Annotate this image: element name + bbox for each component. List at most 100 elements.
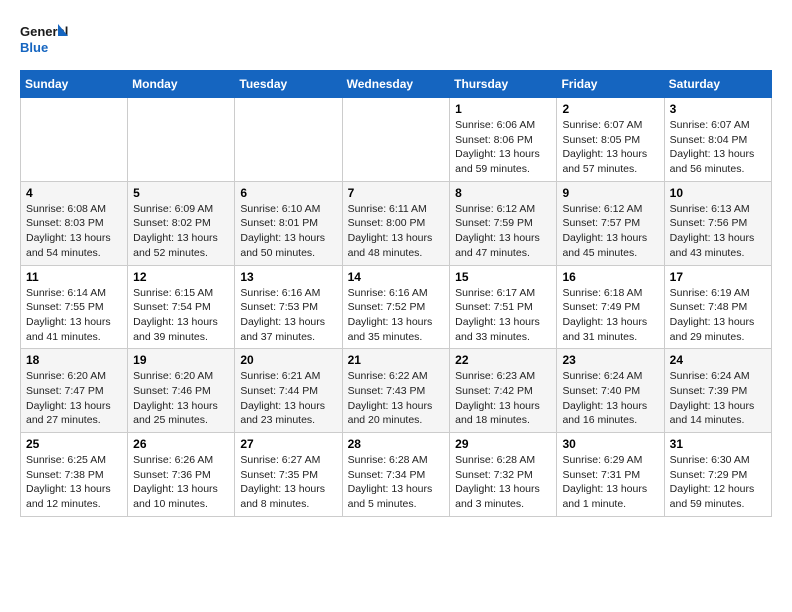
day-number: 10 [670, 186, 766, 200]
calendar-cell: 28 Sunrise: 6:28 AM Sunset: 7:34 PM Dayli… [342, 433, 450, 517]
day-number: 19 [133, 353, 229, 367]
calendar-cell: 3 Sunrise: 6:07 AM Sunset: 8:04 PM Daylig… [664, 98, 771, 182]
calendar-cell: 26 Sunrise: 6:26 AM Sunset: 7:36 PM Dayli… [128, 433, 235, 517]
day-number: 7 [348, 186, 445, 200]
day-info: Sunrise: 6:30 AM Sunset: 7:29 PM Dayligh… [670, 453, 766, 512]
calendar-week-row: 4 Sunrise: 6:08 AM Sunset: 8:03 PM Daylig… [21, 181, 772, 265]
calendar-cell: 23Sunrise: 6:24 AM Sunset: 7:40 PM Dayli… [557, 349, 664, 433]
day-number: 12 [133, 270, 229, 284]
logo-icon: GeneralBlue [20, 20, 70, 60]
day-number: 17 [670, 270, 766, 284]
day-number: 31 [670, 437, 766, 451]
weekday-header: Monday [128, 71, 235, 98]
calendar-week-row: 1 Sunrise: 6:06 AM Sunset: 8:06 PM Daylig… [21, 98, 772, 182]
day-number: 27 [240, 437, 336, 451]
day-number: 6 [240, 186, 336, 200]
day-number: 18 [26, 353, 122, 367]
day-number: 8 [455, 186, 551, 200]
weekday-header: Wednesday [342, 71, 450, 98]
day-info: Sunrise: 6:24 AM Sunset: 7:40 PM Dayligh… [562, 369, 658, 428]
day-number: 29 [455, 437, 551, 451]
day-info: Sunrise: 6:08 AM Sunset: 8:03 PM Dayligh… [26, 202, 122, 261]
day-number: 14 [348, 270, 445, 284]
day-number: 16 [562, 270, 658, 284]
calendar-cell [342, 98, 450, 182]
calendar-cell: 18 Sunrise: 6:20 AM Sunset: 7:47 PM Dayli… [21, 349, 128, 433]
day-info: Sunrise: 6:24 AM Sunset: 7:39 PM Dayligh… [670, 369, 766, 428]
calendar-cell: 29 Sunrise: 6:28 AM Sunset: 7:32 PM Dayli… [450, 433, 557, 517]
calendar-cell: 5 Sunrise: 6:09 AM Sunset: 8:02 PM Daylig… [128, 181, 235, 265]
day-info: Sunrise: 6:12 AM Sunset: 7:57 PM Dayligh… [562, 202, 658, 261]
day-info: Sunrise: 6:19 AM Sunset: 7:48 PM Dayligh… [670, 286, 766, 345]
calendar-cell: 30Sunrise: 6:29 AM Sunset: 7:31 PM Dayli… [557, 433, 664, 517]
calendar-cell: 14 Sunrise: 6:16 AM Sunset: 7:52 PM Dayli… [342, 265, 450, 349]
calendar-cell: 12 Sunrise: 6:15 AM Sunset: 7:54 PM Dayli… [128, 265, 235, 349]
day-number: 21 [348, 353, 445, 367]
calendar-cell: 31 Sunrise: 6:30 AM Sunset: 7:29 PM Dayli… [664, 433, 771, 517]
day-number: 20 [240, 353, 336, 367]
calendar-cell [235, 98, 342, 182]
calendar-cell: 27 Sunrise: 6:27 AM Sunset: 7:35 PM Dayli… [235, 433, 342, 517]
day-info: Sunrise: 6:11 AM Sunset: 8:00 PM Dayligh… [348, 202, 445, 261]
day-number: 3 [670, 102, 766, 116]
day-info: Sunrise: 6:26 AM Sunset: 7:36 PM Dayligh… [133, 453, 229, 512]
day-info: Sunrise: 6:20 AM Sunset: 7:47 PM Dayligh… [26, 369, 122, 428]
day-number: 15 [455, 270, 551, 284]
calendar-cell: 15 Sunrise: 6:17 AM Sunset: 7:51 PM Dayli… [450, 265, 557, 349]
calendar-cell: 10 Sunrise: 6:13 AM Sunset: 7:56 PM Dayli… [664, 181, 771, 265]
day-info: Sunrise: 6:23 AM Sunset: 7:42 PM Dayligh… [455, 369, 551, 428]
day-number: 24 [670, 353, 766, 367]
day-info: Sunrise: 6:20 AM Sunset: 7:46 PM Dayligh… [133, 369, 229, 428]
day-info: Sunrise: 6:18 AM Sunset: 7:49 PM Dayligh… [562, 286, 658, 345]
calendar-cell: 21 Sunrise: 6:22 AM Sunset: 7:43 PM Dayli… [342, 349, 450, 433]
calendar-week-row: 25 Sunrise: 6:25 AM Sunset: 7:38 PM Dayli… [21, 433, 772, 517]
day-info: Sunrise: 6:06 AM Sunset: 8:06 PM Dayligh… [455, 118, 551, 177]
calendar-cell: 22 Sunrise: 6:23 AM Sunset: 7:42 PM Dayli… [450, 349, 557, 433]
weekday-header: Tuesday [235, 71, 342, 98]
day-info: Sunrise: 6:16 AM Sunset: 7:52 PM Dayligh… [348, 286, 445, 345]
calendar-cell: 1 Sunrise: 6:06 AM Sunset: 8:06 PM Daylig… [450, 98, 557, 182]
calendar-cell: 25 Sunrise: 6:25 AM Sunset: 7:38 PM Dayli… [21, 433, 128, 517]
day-info: Sunrise: 6:21 AM Sunset: 7:44 PM Dayligh… [240, 369, 336, 428]
logo: GeneralBlue [20, 20, 70, 60]
day-info: Sunrise: 6:07 AM Sunset: 8:04 PM Dayligh… [670, 118, 766, 177]
weekday-header: Thursday [450, 71, 557, 98]
day-info: Sunrise: 6:17 AM Sunset: 7:51 PM Dayligh… [455, 286, 551, 345]
day-number: 1 [455, 102, 551, 116]
day-number: 4 [26, 186, 122, 200]
day-info: Sunrise: 6:27 AM Sunset: 7:35 PM Dayligh… [240, 453, 336, 512]
day-number: 9 [562, 186, 658, 200]
day-number: 28 [348, 437, 445, 451]
calendar-cell: 6 Sunrise: 6:10 AM Sunset: 8:01 PM Daylig… [235, 181, 342, 265]
page-header: GeneralBlue [20, 20, 772, 60]
day-info: Sunrise: 6:25 AM Sunset: 7:38 PM Dayligh… [26, 453, 122, 512]
weekday-header: Sunday [21, 71, 128, 98]
calendar-cell: 13 Sunrise: 6:16 AM Sunset: 7:53 PM Dayli… [235, 265, 342, 349]
calendar-week-row: 18 Sunrise: 6:20 AM Sunset: 7:47 PM Dayli… [21, 349, 772, 433]
calendar-cell: 7 Sunrise: 6:11 AM Sunset: 8:00 PM Daylig… [342, 181, 450, 265]
day-info: Sunrise: 6:15 AM Sunset: 7:54 PM Dayligh… [133, 286, 229, 345]
day-info: Sunrise: 6:28 AM Sunset: 7:34 PM Dayligh… [348, 453, 445, 512]
day-number: 5 [133, 186, 229, 200]
day-number: 22 [455, 353, 551, 367]
day-info: Sunrise: 6:28 AM Sunset: 7:32 PM Dayligh… [455, 453, 551, 512]
calendar-cell: 20 Sunrise: 6:21 AM Sunset: 7:44 PM Dayli… [235, 349, 342, 433]
day-info: Sunrise: 6:10 AM Sunset: 8:01 PM Dayligh… [240, 202, 336, 261]
calendar-cell [128, 98, 235, 182]
calendar-header-row: SundayMondayTuesdayWednesdayThursdayFrid… [21, 71, 772, 98]
day-number: 13 [240, 270, 336, 284]
calendar-cell: 9 Sunrise: 6:12 AM Sunset: 7:57 PM Daylig… [557, 181, 664, 265]
day-info: Sunrise: 6:09 AM Sunset: 8:02 PM Dayligh… [133, 202, 229, 261]
day-info: Sunrise: 6:07 AM Sunset: 8:05 PM Dayligh… [562, 118, 658, 177]
calendar-cell: 17 Sunrise: 6:19 AM Sunset: 7:48 PM Dayli… [664, 265, 771, 349]
day-number: 25 [26, 437, 122, 451]
day-info: Sunrise: 6:16 AM Sunset: 7:53 PM Dayligh… [240, 286, 336, 345]
calendar-cell: 8Sunrise: 6:12 AM Sunset: 7:59 PM Daylig… [450, 181, 557, 265]
calendar-cell: 4 Sunrise: 6:08 AM Sunset: 8:03 PM Daylig… [21, 181, 128, 265]
calendar-cell: 19 Sunrise: 6:20 AM Sunset: 7:46 PM Dayli… [128, 349, 235, 433]
day-info: Sunrise: 6:13 AM Sunset: 7:56 PM Dayligh… [670, 202, 766, 261]
calendar-week-row: 11Sunrise: 6:14 AM Sunset: 7:55 PM Dayli… [21, 265, 772, 349]
day-number: 26 [133, 437, 229, 451]
day-info: Sunrise: 6:22 AM Sunset: 7:43 PM Dayligh… [348, 369, 445, 428]
calendar-cell: 2Sunrise: 6:07 AM Sunset: 8:05 PM Daylig… [557, 98, 664, 182]
